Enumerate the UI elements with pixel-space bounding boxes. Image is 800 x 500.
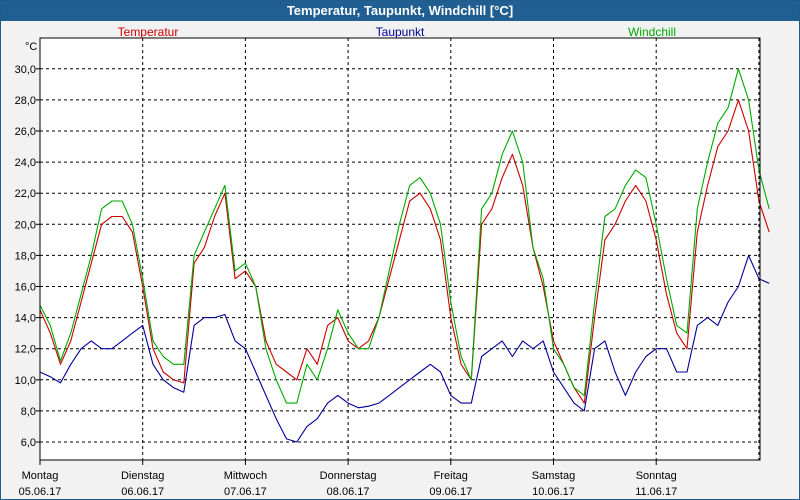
y-tick-label: 20,0 — [15, 219, 36, 231]
y-tick-label: 16,0 — [15, 282, 36, 294]
y-tick-label: 24,0 — [15, 157, 36, 169]
y-tick-label: 26,0 — [15, 126, 36, 138]
grid-layer — [36, 38, 760, 465]
legend-temperatur: Temperatur — [118, 25, 179, 39]
legend-windchill: Windchill — [628, 25, 676, 39]
x-tick-day-label: Donnerstag — [320, 470, 377, 482]
legend-taupunkt: Taupunkt — [376, 25, 425, 39]
x-tick-date-label: 11.06.17 — [635, 486, 677, 498]
y-tick-label: 18,0 — [15, 250, 36, 262]
y-unit-label: °C — [25, 41, 37, 53]
y-tick-label: 22,0 — [15, 188, 36, 200]
x-tick-day-label: Montag — [22, 470, 59, 482]
plot-background — [40, 38, 760, 460]
x-tick-day-label: Dienstag — [121, 470, 164, 482]
y-tick-label: 8,0 — [21, 406, 36, 418]
x-tick-day-label: Sonntag — [636, 470, 677, 482]
x-tick-day-label: Samstag — [532, 470, 575, 482]
x-tick-day-label: Mittwoch — [224, 470, 267, 482]
y-tick-label: 14,0 — [15, 313, 36, 325]
y-tick-label: 10,0 — [15, 375, 36, 387]
y-tick-label: 6,0 — [21, 437, 36, 449]
y-tick-label: 30,0 — [15, 64, 36, 76]
x-tick-date-label: 06.06.17 — [121, 486, 164, 498]
y-tick-label: 28,0 — [15, 95, 36, 107]
x-tick-date-label: 08.06.17 — [327, 486, 370, 498]
x-tick-date-label: 05.06.17 — [19, 486, 62, 498]
x-tick-date-label: 10.06.17 — [532, 486, 575, 498]
x-tick-date-label: 09.06.17 — [429, 486, 472, 498]
x-tick-day-label: Freitag — [434, 470, 468, 482]
y-tick-label: 12,0 — [15, 344, 36, 356]
chart-canvas: 6,0 8,0 10,0 12,0 14,0 16,0 18,0 20,0 22,0 24,0 26… — [15, 25, 770, 498]
x-tick-date-label: 07.06.17 — [224, 486, 267, 498]
